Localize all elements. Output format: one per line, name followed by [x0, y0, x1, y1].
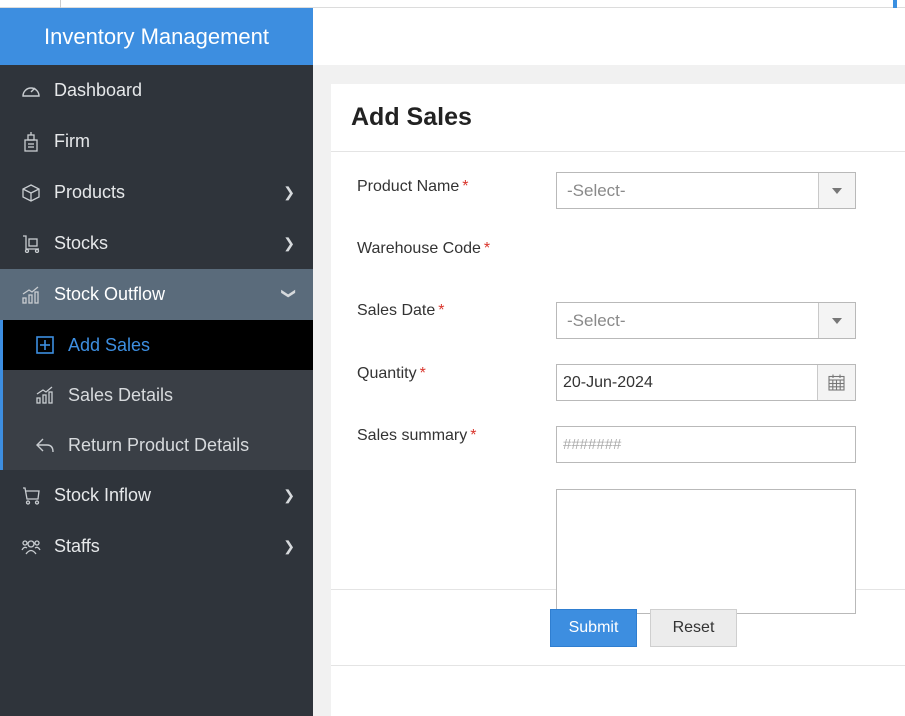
add-sales-form: Product Name * -Select- Warehouse Code * -… [331, 152, 905, 614]
submenu-item-label: Add Sales [68, 334, 151, 355]
warehouse-code-select[interactable]: -Select- [556, 302, 856, 339]
warehouse-code-label-text: Warehouse Code [357, 240, 481, 257]
required-mark: * [462, 178, 469, 195]
sidebar-item-label: Firm [54, 131, 90, 151]
chevron-right-icon: ❯ [283, 184, 295, 200]
cart-icon [21, 486, 41, 506]
submenu-item-label: Return Product Details [68, 434, 250, 455]
sidebar-item-stocks[interactable]: Stocks ❯ [0, 218, 313, 269]
sidebar-item-label: Stocks [54, 233, 109, 253]
sidebar-item-stock-outflow[interactable]: Stock Outflow ❯ [0, 269, 313, 320]
chevron-right-icon: ❯ [283, 538, 295, 554]
building-icon [21, 131, 41, 152]
sidebar-item-dashboard[interactable]: Dashboard [0, 65, 313, 116]
sidebar-item-label: Products [54, 182, 126, 202]
chevron-right-icon: ❯ [283, 235, 295, 251]
product-name-label: Product Name * [357, 178, 469, 196]
header-bar [313, 8, 905, 65]
sidebar-item-label: Stock Outflow [54, 284, 166, 304]
people-icon [21, 537, 41, 557]
submenu-item-label: Sales Details [68, 384, 174, 405]
app-title: Inventory Management [0, 8, 313, 65]
required-mark: * [470, 427, 477, 444]
warehouse-code-selected: -Select- [567, 310, 626, 330]
sidebar-item-label: Dashboard [54, 80, 143, 100]
stock-outflow-submenu: Add Sales Sales Details Return Product D… [0, 320, 313, 470]
box-icon [21, 183, 41, 203]
quantity-label: Quantity * [357, 365, 426, 383]
sales-date-field[interactable]: 20-Jun-2024 [556, 364, 856, 401]
tab-divider [60, 0, 61, 8]
submenu-item-sales-details[interactable]: Sales Details [3, 370, 313, 420]
sidebar-item-label: Stock Inflow [54, 485, 152, 505]
product-name-label-text: Product Name [357, 178, 460, 195]
form-actions: Submit Reset [331, 590, 905, 666]
quantity-placeholder: ####### [563, 436, 622, 453]
calendar-icon[interactable] [817, 365, 855, 400]
dropdown-arrow-icon[interactable] [818, 173, 855, 208]
sidebar: Dashboard Firm Products ❯ Stocks ❯ Stock… [0, 65, 313, 716]
required-mark: * [419, 365, 426, 382]
product-name-select[interactable]: -Select- [556, 172, 856, 209]
page-title: Add Sales [331, 84, 905, 152]
sidebar-item-stock-inflow[interactable]: Stock Inflow ❯ [0, 470, 313, 521]
warehouse-code-label: Warehouse Code * [357, 240, 490, 258]
sidebar-item-products[interactable]: Products ❯ [0, 167, 313, 218]
quantity-input[interactable]: ####### [556, 426, 856, 463]
window-top-strip [0, 0, 905, 8]
required-mark: * [483, 240, 491, 257]
dropdown-arrow-icon[interactable] [818, 303, 855, 338]
chart-up-icon [35, 385, 55, 405]
product-name-selected: -Select- [567, 180, 626, 200]
add-sales-card: Add Sales Product Name * -Select- Warehou… [331, 84, 905, 716]
dashboard-icon [21, 81, 41, 101]
sales-summary-label: Sales summary * [357, 427, 476, 445]
scroll-marker [893, 0, 897, 8]
sales-date-value: 20-Jun-2024 [563, 373, 653, 391]
sidebar-item-label: Staffs [54, 536, 100, 556]
sidebar-item-staffs[interactable]: Staffs ❯ [0, 521, 313, 572]
submit-button[interactable]: Submit [550, 609, 637, 647]
submenu-item-return-product-details[interactable]: Return Product Details [3, 420, 313, 470]
sidebar-item-firm[interactable]: Firm [0, 116, 313, 167]
plus-square-icon [35, 335, 55, 355]
chevron-right-icon: ❯ [283, 487, 295, 503]
submenu-item-add-sales[interactable]: Add Sales [3, 320, 313, 370]
required-mark: * [438, 302, 445, 319]
trolley-icon [21, 234, 41, 254]
sales-summary-label-text: Sales summary [357, 427, 468, 444]
sales-date-label-text: Sales Date [357, 302, 436, 319]
reply-icon [35, 435, 55, 455]
quantity-label-text: Quantity [357, 365, 417, 382]
sales-date-label: Sales Date * [357, 302, 445, 320]
chart-up-icon [21, 285, 41, 305]
reset-button[interactable]: Reset [650, 609, 737, 647]
chevron-down-icon: ❯ [281, 287, 298, 300]
